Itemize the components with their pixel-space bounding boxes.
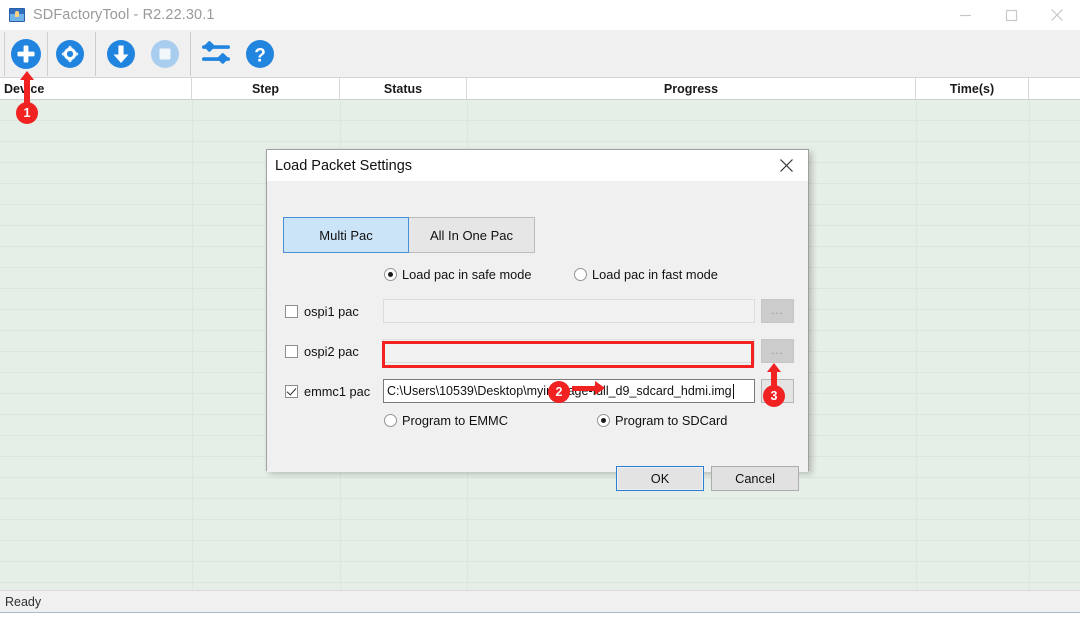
load-packet-settings-dialog: Load Packet Settings Multi Pac All In On… [266,149,809,471]
ospi1-path-input[interactable] [383,299,755,323]
ospi1-checkbox[interactable]: ospi1 pac [285,304,383,319]
ospi1-label: ospi1 pac [304,304,359,319]
radio-dot-icon [384,268,397,281]
dialog-body: Multi Pac All In One Pac Load pac in saf… [267,181,808,472]
radio-dot-icon [384,414,397,427]
help-button[interactable]: ? [238,32,282,76]
checkbox-icon [285,305,298,318]
dialog-title: Load Packet Settings [275,158,412,174]
column-header-time[interactable]: Time(s) [916,78,1029,99]
ospi2-browse-button: ... [761,339,794,363]
annotation-badge-2: 2 [548,381,570,403]
maximize-icon[interactable] [988,0,1034,30]
checkbox-icon [285,345,298,358]
pac-row-emmc1: emmc1 pac C:\Users\10539\Desktop\myir-im… [285,378,794,404]
program-to-emmc-label: Program to EMMC [402,413,508,428]
toolbar: ? [0,30,1080,78]
config-button[interactable] [194,32,238,76]
toolbar-separator [95,32,96,76]
tab-all-in-one-pac[interactable]: All In One Pac [409,217,535,253]
load-safe-mode-label: Load pac in safe mode [402,267,531,282]
settings-button[interactable] [48,32,92,76]
column-header-progress[interactable]: Progress [467,78,916,99]
tab-multi-pac[interactable]: Multi Pac [283,217,409,253]
column-header-extra[interactable] [1029,78,1080,99]
dialog-title-bar: Load Packet Settings [267,150,808,181]
grid-header: Device Step Status Progress Time(s) [0,78,1080,100]
text-caret [733,384,734,399]
ospi1-browse-button: ... [761,299,794,323]
toolbar-separator [190,32,191,76]
minimize-icon[interactable] [942,0,988,30]
ospi2-path-input[interactable] [383,339,755,363]
program-to-sdcard-label: Program to SDCard [615,413,727,428]
window-controls [942,0,1080,30]
cancel-button[interactable]: Cancel [711,466,799,491]
status-bar: Ready [0,590,1080,612]
svg-text:?: ? [254,45,266,66]
emmc1-checkbox[interactable]: emmc1 pac [285,384,383,399]
pac-row-ospi1: ospi1 pac ... [285,298,794,324]
app-icon [9,8,25,22]
checkbox-icon [285,385,298,398]
download-button[interactable] [99,32,143,76]
program-to-emmc-radio[interactable]: Program to EMMC [384,413,508,428]
tab-all-in-one-pac-label: All In One Pac [430,228,513,243]
window-title: SDFactoryTool - R2.22.30.1 [33,7,215,23]
radio-dot-icon [597,414,610,427]
tab-multi-pac-label: Multi Pac [319,228,372,243]
load-safe-mode-radio[interactable]: Load pac in safe mode [384,267,531,282]
dialog-close-icon[interactable] [764,150,808,181]
ospi2-checkbox[interactable]: ospi2 pac [285,344,383,359]
annotation-badge-3: 3 [763,385,785,407]
window-bottom-strip [0,612,1080,620]
add-device-button[interactable] [4,32,48,76]
pac-mode-tabs: Multi Pac All In One Pac [283,217,535,253]
pac-row-ospi2: ospi2 pac ... [285,338,794,364]
annotation-badge-1: 1 [16,102,38,124]
stop-button [143,32,187,76]
radio-dot-icon [574,268,587,281]
ok-button[interactable]: OK [616,466,704,491]
load-fast-mode-radio[interactable]: Load pac in fast mode [574,267,718,282]
column-header-status[interactable]: Status [340,78,467,99]
emmc1-label: emmc1 pac [304,384,370,399]
title-bar: SDFactoryTool - R2.22.30.1 [0,0,1080,30]
program-to-sdcard-radio[interactable]: Program to SDCard [597,413,727,428]
column-header-step[interactable]: Step [192,78,340,99]
ospi2-label: ospi2 pac [304,344,359,359]
load-fast-mode-label: Load pac in fast mode [592,267,718,282]
status-text: Ready [5,595,41,609]
close-icon[interactable] [1034,0,1080,30]
